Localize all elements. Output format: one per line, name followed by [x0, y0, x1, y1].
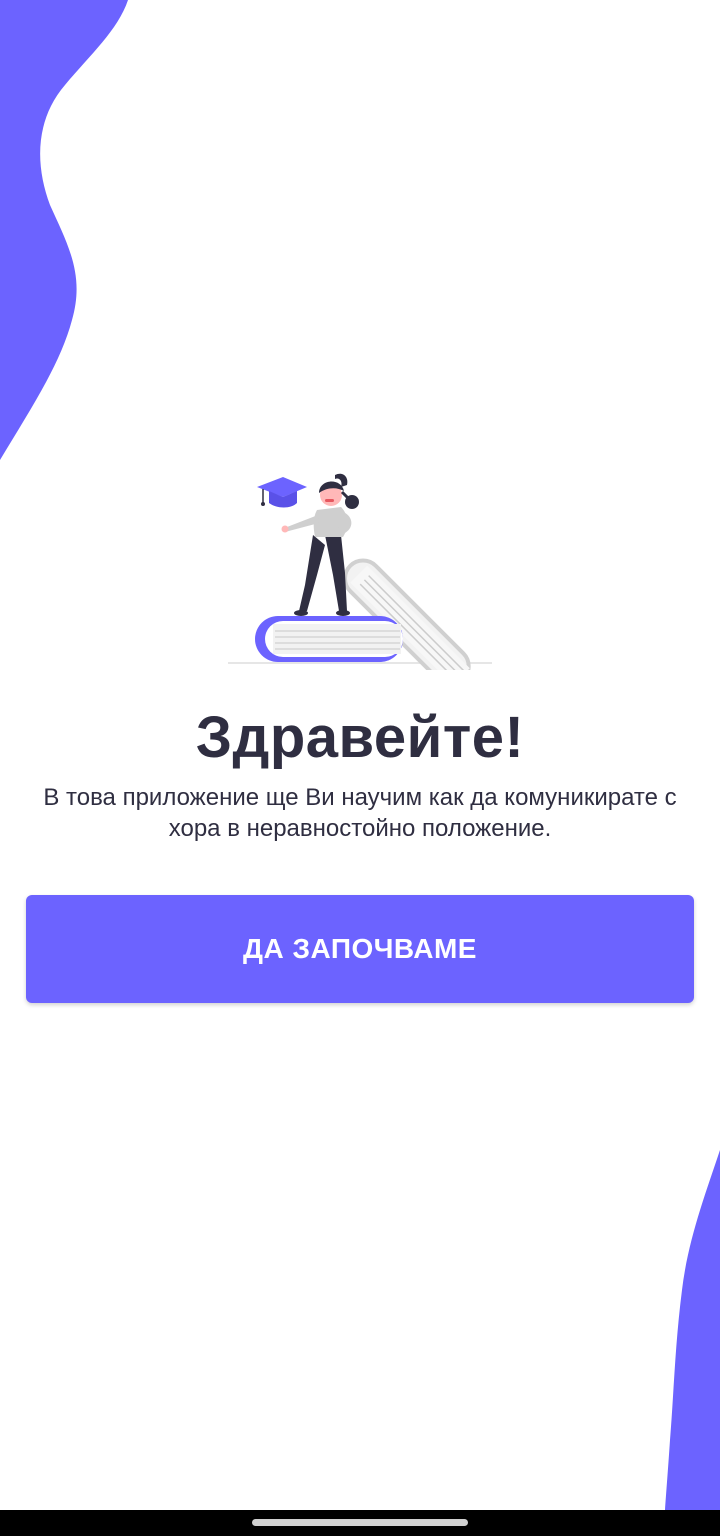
welcome-subtitle: В това приложение ще Ви научим как да ко… [43, 784, 677, 842]
start-button[interactable]: ДА ЗАПОЧВАМЕ [26, 895, 694, 1003]
woman-on-books-illustration [228, 473, 492, 670]
welcome-title: Здравейте! [195, 705, 525, 770]
decorative-blob-bottom [665, 1150, 720, 1510]
decorative-blob-top [0, 0, 128, 460]
start-button-label: ДА ЗАПОЧВАМЕ [243, 933, 477, 964]
welcome-screen: Здравейте! В това приложение ще Ви научи… [0, 0, 720, 1536]
gesture-handle[interactable] [252, 1519, 468, 1526]
